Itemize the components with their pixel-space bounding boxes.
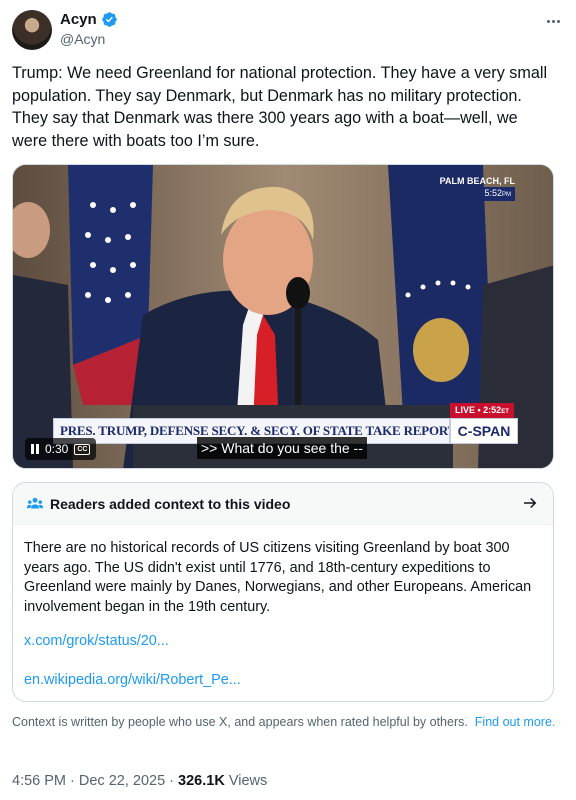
- live-time: 2:52: [483, 405, 502, 415]
- tweet-time[interactable]: 4:56 PM: [12, 773, 66, 789]
- location-bug: PALM BEACH, FL 5:52PM: [440, 175, 515, 201]
- avatar[interactable]: [12, 10, 52, 50]
- video-elapsed-time: 0:30: [45, 442, 69, 456]
- note-source-link-1[interactable]: x.com/grok/status/20...: [24, 633, 169, 649]
- author-handle[interactable]: @Acyn: [60, 31, 105, 47]
- display-name[interactable]: Acyn: [60, 11, 97, 28]
- pause-icon[interactable]: [31, 444, 39, 454]
- community-note-header[interactable]: Readers added context to this video: [13, 483, 553, 525]
- arrow-right-icon[interactable]: [521, 494, 539, 512]
- tweet-meta: 4:56 PM · Dec 22, 2025 · 326.1K Views: [12, 773, 268, 789]
- tweet-text: Trump: We need Greenland for national pr…: [12, 64, 552, 150]
- closed-caption: >> What do you see the --: [197, 437, 367, 459]
- more-options-icon[interactable]: [542, 12, 564, 30]
- community-note-body: There are no historical records of US ci…: [24, 540, 532, 615]
- views-count: 326.1K: [178, 773, 225, 789]
- captions-icon[interactable]: CC: [74, 443, 91, 455]
- community-note-title: Readers added context to this video: [50, 496, 291, 512]
- network-logo: C-SPAN: [450, 418, 518, 444]
- context-disclaimer: Context is written by people who use X, …: [12, 714, 557, 730]
- live-time-suffix: ET: [501, 409, 509, 415]
- people-icon: [26, 497, 44, 509]
- live-label: LIVE: [455, 405, 476, 415]
- tweet-header: Acyn @Acyn: [12, 8, 564, 52]
- find-out-more-link[interactable]: Find out more.: [475, 715, 556, 729]
- author-name-row: Acyn: [60, 11, 118, 28]
- presidential-flag: [388, 165, 493, 415]
- video-player[interactable]: PALM BEACH, FL 5:52PM LIVE • 2:52ET PRES…: [12, 164, 554, 469]
- tweet-date[interactable]: Dec 22, 2025: [79, 773, 165, 789]
- live-badge: LIVE • 2:52ET: [450, 403, 514, 419]
- views-label: Views: [228, 773, 268, 789]
- note-source-link-2[interactable]: en.wikipedia.org/wiki/Robert_Pe...: [24, 672, 241, 688]
- location-time-suffix: PM: [502, 192, 511, 198]
- verified-badge-icon: [101, 12, 117, 27]
- community-note[interactable]: Readers added context to this video Ther…: [12, 482, 554, 702]
- location-time: 5:52PM: [480, 187, 515, 201]
- video-controls: 0:30 CC: [25, 438, 97, 460]
- disclaimer-text: Context is written by people who use X, …: [12, 715, 468, 729]
- location-text: PALM BEACH, FL: [439, 176, 515, 186]
- location-time-value: 5:52: [484, 188, 502, 198]
